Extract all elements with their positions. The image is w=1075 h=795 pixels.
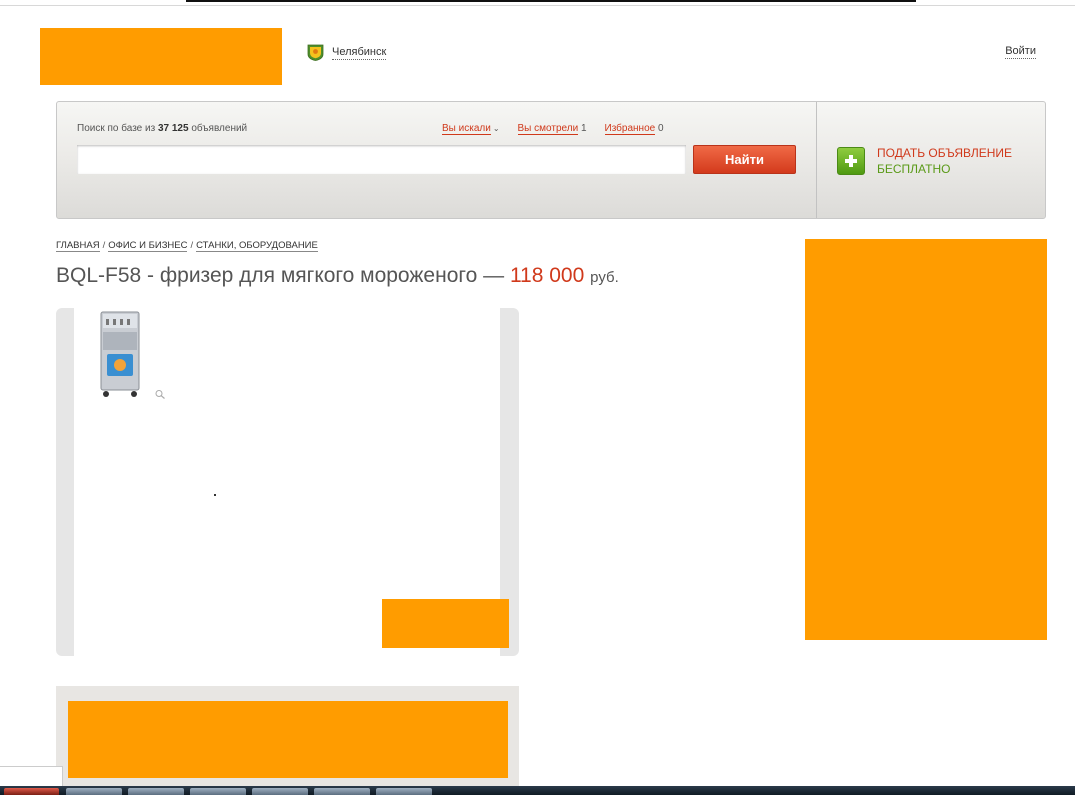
tab-viewed[interactable]: Вы смотрели 1	[517, 123, 587, 135]
zoom-icon[interactable]	[154, 389, 166, 399]
breadcrumb-separator: /	[102, 240, 106, 251]
site-logo[interactable]	[40, 28, 282, 85]
breadcrumb-office[interactable]: ОФИС И БИЗНЕС	[108, 240, 188, 252]
breadcrumb-home[interactable]: ГЛАВНАЯ	[56, 240, 100, 252]
taskbar-item[interactable]	[190, 788, 246, 795]
taskbar-item[interactable]	[252, 788, 308, 795]
search-history-tabs: Вы искали ⌄ Вы смотрели 1 Избранное 0	[442, 123, 682, 135]
post-ad-line2[interactable]: БЕСПЛАТНО	[877, 161, 1012, 177]
bottom-ad-banner[interactable]	[68, 701, 508, 778]
post-ad-label[interactable]: ПОДАТЬ ОБЪЯВЛЕНИЕ БЕСПЛАТНО	[877, 145, 1012, 177]
bottom-ad-panel	[56, 686, 519, 795]
taskbar-item[interactable]	[128, 788, 184, 795]
product-thumbnail[interactable]	[97, 310, 143, 400]
tab-viewed-label[interactable]: Вы смотрели	[517, 123, 579, 135]
post-ad-button[interactable]: ПОДАТЬ ОБЪЯВЛЕНИЕ БЕСПЛАТНО	[837, 145, 1012, 177]
tab-searched-label[interactable]: Вы искали	[442, 123, 491, 135]
search-area: Поиск по базе из 37 125 объявлений Вы ис…	[57, 102, 817, 218]
top-rule	[186, 0, 916, 2]
tab-favorites-count: 0	[657, 123, 664, 134]
taskbar-item[interactable]	[314, 788, 370, 795]
listing-title: BQL-F58 - фризер для мягкого мороженого …	[56, 264, 505, 287]
breadcrumb: ГЛАВНАЯ / ОФИС И БИЗНЕС / СТАНКИ, ОБОРУДОВАН…	[56, 240, 318, 252]
search-panel: Поиск по базе из 37 125 объявлений Вы ис…	[56, 101, 1046, 219]
plus-icon[interactable]	[837, 147, 865, 175]
panel-divider	[816, 102, 817, 218]
taskbar-start-button[interactable]	[4, 788, 59, 795]
city-name[interactable]: Челябинск	[332, 46, 387, 60]
sidebar-ad-banner[interactable]	[805, 239, 1047, 640]
gallery-frame	[74, 308, 509, 656]
caption-suffix: объявлений	[191, 123, 248, 134]
breadcrumb-equipment[interactable]: СТАНКИ, ОБОРУДОВАНИЕ	[196, 240, 318, 252]
city-selector[interactable]: Челябинск	[307, 44, 387, 61]
search-input[interactable]	[77, 145, 686, 174]
tab-viewed-count: 1	[580, 123, 587, 134]
login-link[interactable]: Войти	[1005, 45, 1036, 59]
chevron-down-icon[interactable]: ⌄	[493, 124, 500, 133]
photo-gallery	[56, 308, 519, 656]
taskbar-item[interactable]	[376, 788, 432, 795]
caption-prefix: Поиск по базе из	[77, 123, 156, 134]
post-ad-line1[interactable]: ПОДАТЬ ОБЪЯВЛЕНИЕ	[877, 145, 1012, 161]
tab-favorites[interactable]: Избранное 0	[604, 123, 664, 135]
search-button[interactable]: Найти	[693, 145, 796, 174]
image-dot	[214, 494, 216, 496]
os-taskbar	[0, 786, 1075, 795]
top-divider	[0, 5, 1075, 6]
breadcrumb-separator: /	[190, 240, 194, 251]
tab-favorites-label[interactable]: Избранное	[604, 123, 656, 135]
search-caption: Поиск по базе из 37 125 объявлений	[77, 123, 247, 134]
tab-searched[interactable]: Вы искали ⌄	[442, 123, 500, 135]
taskbar-item[interactable]	[66, 788, 122, 795]
listing-currency: руб.	[590, 269, 619, 286]
status-box	[0, 766, 63, 788]
listing-count: 37 125	[157, 123, 189, 134]
gallery-ad-banner[interactable]	[382, 599, 509, 648]
listing-price: 118 000	[509, 264, 585, 287]
coat-of-arms-icon	[307, 44, 324, 61]
page-title: BQL-F58 - фризер для мягкого мороженого …	[56, 264, 619, 288]
